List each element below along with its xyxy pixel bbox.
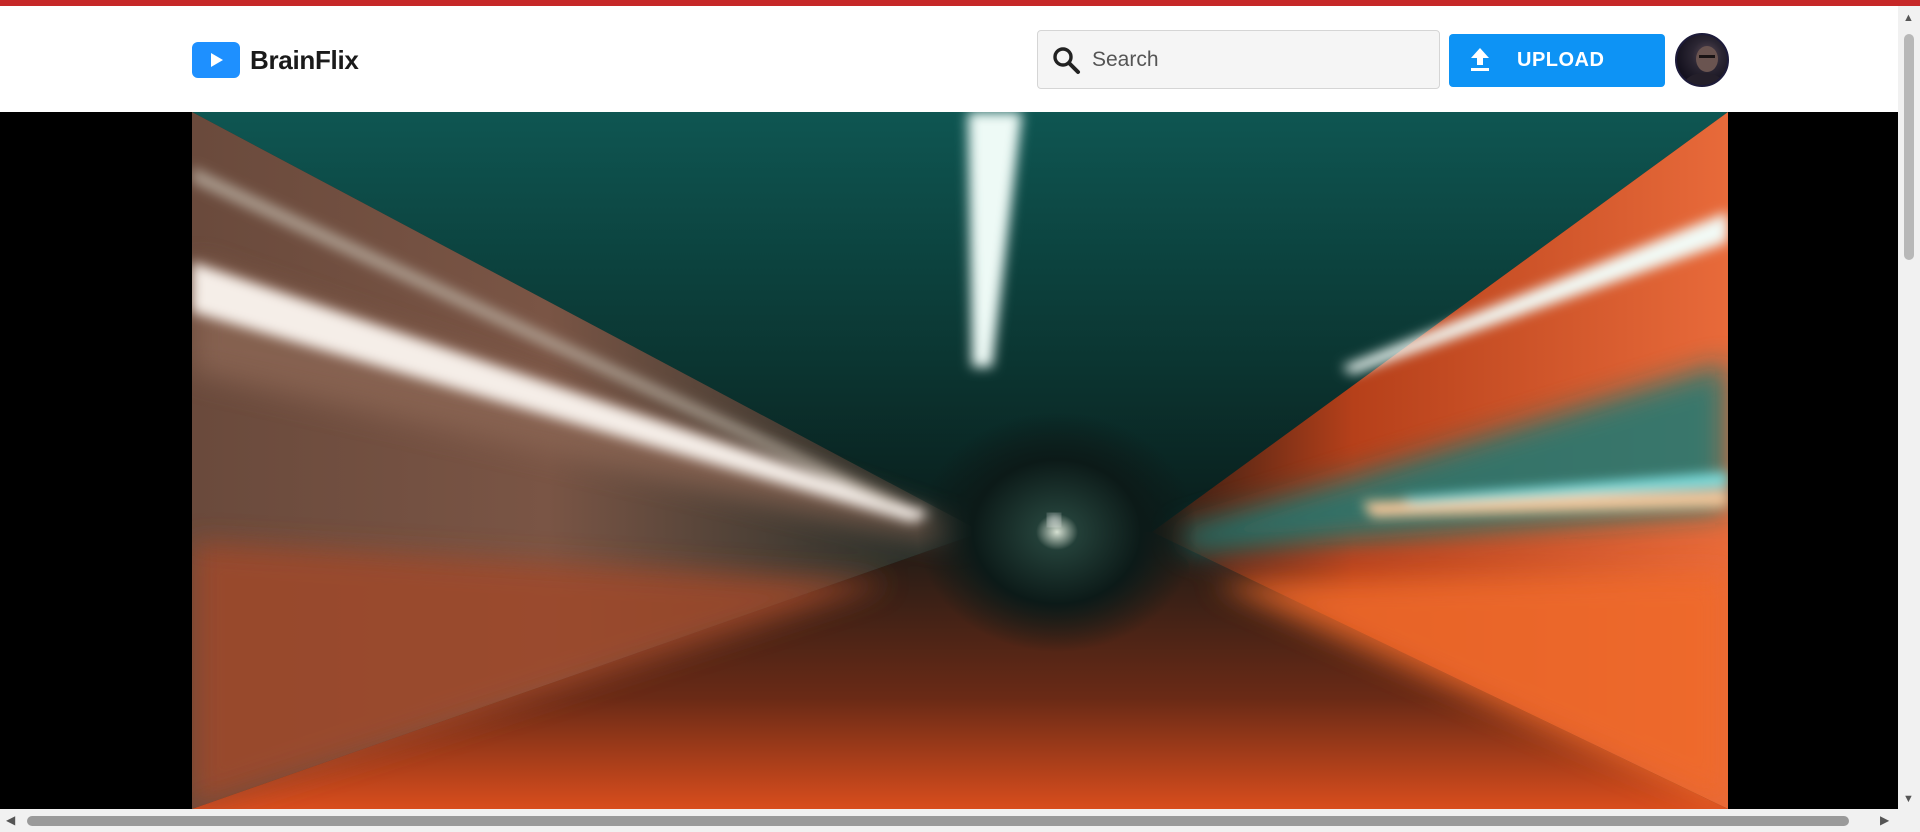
brand-logo[interactable]: BrainFlix <box>192 42 359 78</box>
scroll-left-icon[interactable]: ◀ <box>6 813 15 827</box>
hero-stage <box>0 112 1898 809</box>
search-box[interactable] <box>1037 30 1440 89</box>
upload-button[interactable]: UPLOAD <box>1449 34 1665 87</box>
site-header: BrainFlix UPLOAD <box>0 6 1898 112</box>
upload-icon <box>1469 46 1491 75</box>
vertical-scroll-thumb[interactable] <box>1904 34 1914 260</box>
vertical-scrollbar[interactable]: ▲ ▼ <box>1898 6 1920 809</box>
scroll-up-icon[interactable]: ▲ <box>1903 12 1914 24</box>
upload-label: UPLOAD <box>1517 49 1605 71</box>
horizontal-scrollbar[interactable]: ◀ ▶ <box>0 809 1920 832</box>
brand-name: BrainFlix <box>250 44 359 75</box>
horizontal-scroll-thumb[interactable] <box>27 816 1849 826</box>
scroll-right-icon[interactable]: ▶ <box>1880 813 1889 827</box>
user-avatar[interactable] <box>1675 33 1729 87</box>
search-input[interactable] <box>1092 47 1432 72</box>
hero-image[interactable] <box>192 112 1728 809</box>
scroll-down-icon[interactable]: ▼ <box>1903 793 1914 805</box>
search-icon <box>1050 44 1082 76</box>
play-icon <box>192 42 240 78</box>
